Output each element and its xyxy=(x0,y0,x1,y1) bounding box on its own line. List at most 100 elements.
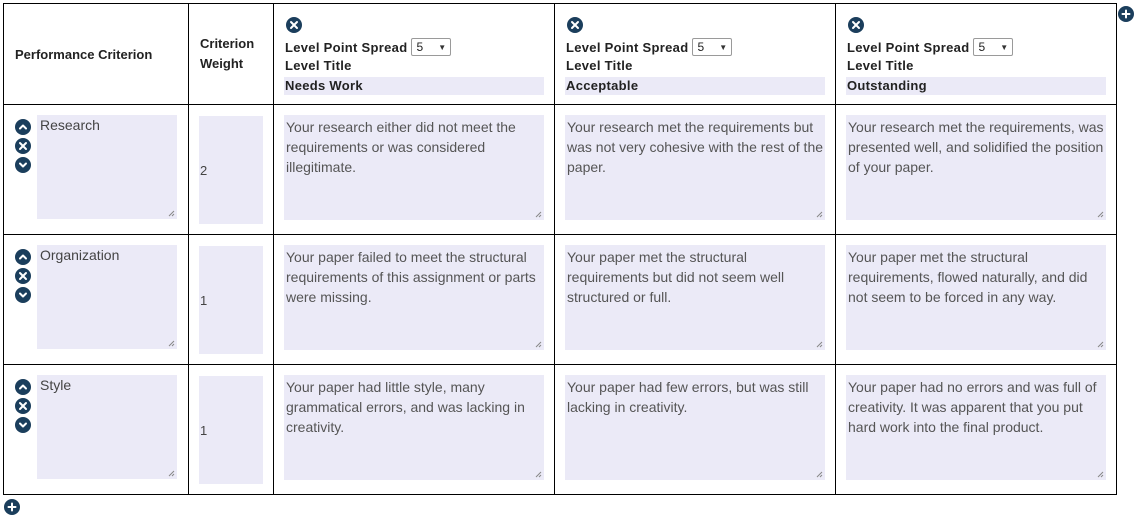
dropdown-arrow-icon: ▼ xyxy=(438,42,447,52)
level-spread-value: 5 xyxy=(978,40,986,54)
criterion-name-field[interactable]: Organization xyxy=(37,245,177,349)
level-description-text: Your paper had little style, many gramma… xyxy=(286,379,525,435)
level-description-text: Your paper failed to meet the structural… xyxy=(286,249,536,305)
level-spread-label: Level Point Spread xyxy=(566,39,689,55)
description-cell: Your paper had few errors, but was still… xyxy=(554,364,836,495)
criterion-weight-field[interactable]: 1 xyxy=(199,246,263,354)
dropdown-arrow-icon: ▼ xyxy=(1000,42,1009,52)
resize-grip-icon[interactable] xyxy=(1097,341,1104,348)
level-description-text: Your paper met the structural requiremen… xyxy=(848,249,1088,305)
resize-grip-icon[interactable] xyxy=(168,340,175,347)
criterion-name-text: Organization xyxy=(40,247,120,263)
level-column-header: Level Point Spread 5 ▼ Level Title Needs… xyxy=(273,3,555,105)
criterion-name-text: Style xyxy=(40,377,72,393)
rubric-table: Performance Criterion Criterion Weight L… xyxy=(3,3,1117,495)
description-cell: Your paper failed to meet the structural… xyxy=(273,234,555,365)
level-spread-row: Level Point Spread 5 ▼ xyxy=(847,38,1014,56)
resize-grip-icon[interactable] xyxy=(535,471,542,478)
criterion-cell: Style xyxy=(3,364,189,495)
level-description-field[interactable]: Your paper met the structural requiremen… xyxy=(565,245,825,350)
resize-grip-icon[interactable] xyxy=(816,471,823,478)
remove-row-icon[interactable] xyxy=(15,138,31,154)
level-spread-row: Level Point Spread 5 ▼ xyxy=(566,38,733,56)
resize-grip-icon[interactable] xyxy=(1097,471,1104,478)
row-controls xyxy=(15,249,31,303)
level-description-field[interactable]: Your paper met the structural requiremen… xyxy=(846,245,1106,350)
description-cell: Your paper had no errors and was full of… xyxy=(835,364,1117,495)
level-description-text: Your research met the requirements, was … xyxy=(848,119,1104,175)
level-description-text: Your paper met the structural requiremen… xyxy=(567,249,785,305)
level-title-field[interactable]: Needs Work xyxy=(284,77,544,95)
resize-grip-icon[interactable] xyxy=(168,210,175,217)
description-cell: Your paper met the structural requiremen… xyxy=(554,234,836,365)
level-description-field[interactable]: Your paper had no errors and was full of… xyxy=(846,375,1106,480)
remove-level-icon[interactable] xyxy=(286,17,302,33)
criterion-row: Style 1 Your paper had little style, man… xyxy=(3,364,1117,495)
remove-row-icon[interactable] xyxy=(15,398,31,414)
move-up-icon[interactable] xyxy=(15,249,31,265)
resize-grip-icon[interactable] xyxy=(168,470,175,477)
resize-grip-icon[interactable] xyxy=(1097,211,1104,218)
level-spread-label: Level Point Spread xyxy=(285,39,408,55)
move-down-icon[interactable] xyxy=(15,287,31,303)
level-title-field[interactable]: Acceptable xyxy=(565,77,825,95)
level-description-field[interactable]: Your paper had little style, many gramma… xyxy=(284,375,544,480)
level-spread-select[interactable]: 5 ▼ xyxy=(411,38,452,56)
weight-cell: 1 xyxy=(188,364,274,495)
level-description-field[interactable]: Your research either did not meet the re… xyxy=(284,115,544,220)
level-description-field[interactable]: Your paper had few errors, but was still… xyxy=(565,375,825,480)
move-down-icon[interactable] xyxy=(15,157,31,173)
move-up-icon[interactable] xyxy=(15,119,31,135)
level-spread-row: Level Point Spread 5 ▼ xyxy=(285,38,452,56)
criterion-cell: Organization xyxy=(3,234,189,365)
level-description-text: Your research either did not meet the re… xyxy=(286,119,516,175)
criterion-weight-field[interactable]: 2 xyxy=(199,116,263,224)
criterion-name-field[interactable]: Style xyxy=(37,375,177,479)
weight-header-line-1: Criterion xyxy=(200,36,255,51)
remove-row-icon[interactable] xyxy=(15,268,31,284)
level-spread-value: 5 xyxy=(416,40,424,54)
level-column-header: Level Point Spread 5 ▼ Level Title Accep… xyxy=(554,3,836,105)
level-description-field[interactable]: Your research met the requirements but w… xyxy=(565,115,825,220)
level-description-text: Your research met the requirements but w… xyxy=(567,119,824,175)
criterion-name-field[interactable]: Research xyxy=(37,115,177,219)
weight-cell: 1 xyxy=(188,234,274,365)
level-description-text: Your paper had few errors, but was still… xyxy=(567,379,809,415)
level-description-text: Your paper had no errors and was full of… xyxy=(848,379,1097,435)
description-cell: Your research either did not meet the re… xyxy=(273,104,555,235)
rubric-header-row: Performance Criterion Criterion Weight L… xyxy=(3,3,1117,105)
weight-header-line-2: Weight xyxy=(200,56,244,71)
description-cell: Your research met the requirements but w… xyxy=(554,104,836,235)
add-criterion-icon[interactable] xyxy=(4,499,20,515)
remove-level-icon[interactable] xyxy=(848,17,864,33)
level-spread-label: Level Point Spread xyxy=(847,39,970,55)
resize-grip-icon[interactable] xyxy=(816,211,823,218)
level-description-field[interactable]: Your paper failed to meet the structural… xyxy=(284,245,544,350)
weight-column-header: Criterion Weight xyxy=(188,3,274,105)
description-cell: Your paper met the structural requiremen… xyxy=(835,234,1117,365)
level-description-field[interactable]: Your research met the requirements, was … xyxy=(846,115,1106,220)
level-title-label: Level Title xyxy=(285,58,352,73)
add-level-icon[interactable] xyxy=(1118,6,1134,22)
resize-grip-icon[interactable] xyxy=(816,341,823,348)
level-title-label: Level Title xyxy=(847,58,914,73)
row-controls xyxy=(15,119,31,173)
move-down-icon[interactable] xyxy=(15,417,31,433)
level-column-header: Level Point Spread 5 ▼ Level Title Outst… xyxy=(835,3,1117,105)
criterion-row: Research 2 Your research either did not … xyxy=(3,104,1117,235)
dropdown-arrow-icon: ▼ xyxy=(719,42,728,52)
remove-level-icon[interactable] xyxy=(567,17,583,33)
resize-grip-icon[interactable] xyxy=(535,341,542,348)
criterion-cell: Research xyxy=(3,104,189,235)
level-title-label: Level Title xyxy=(566,58,633,73)
row-controls xyxy=(15,379,31,433)
description-cell: Your paper had little style, many gramma… xyxy=(273,364,555,495)
criterion-column-header: Performance Criterion xyxy=(3,3,189,105)
criterion-weight-field[interactable]: 1 xyxy=(199,376,263,484)
resize-grip-icon[interactable] xyxy=(535,211,542,218)
level-spread-select[interactable]: 5 ▼ xyxy=(692,38,733,56)
level-title-field[interactable]: Outstanding xyxy=(846,77,1106,95)
criterion-row: Organization 1 Your paper failed to meet… xyxy=(3,234,1117,365)
level-spread-select[interactable]: 5 ▼ xyxy=(973,38,1014,56)
move-up-icon[interactable] xyxy=(15,379,31,395)
